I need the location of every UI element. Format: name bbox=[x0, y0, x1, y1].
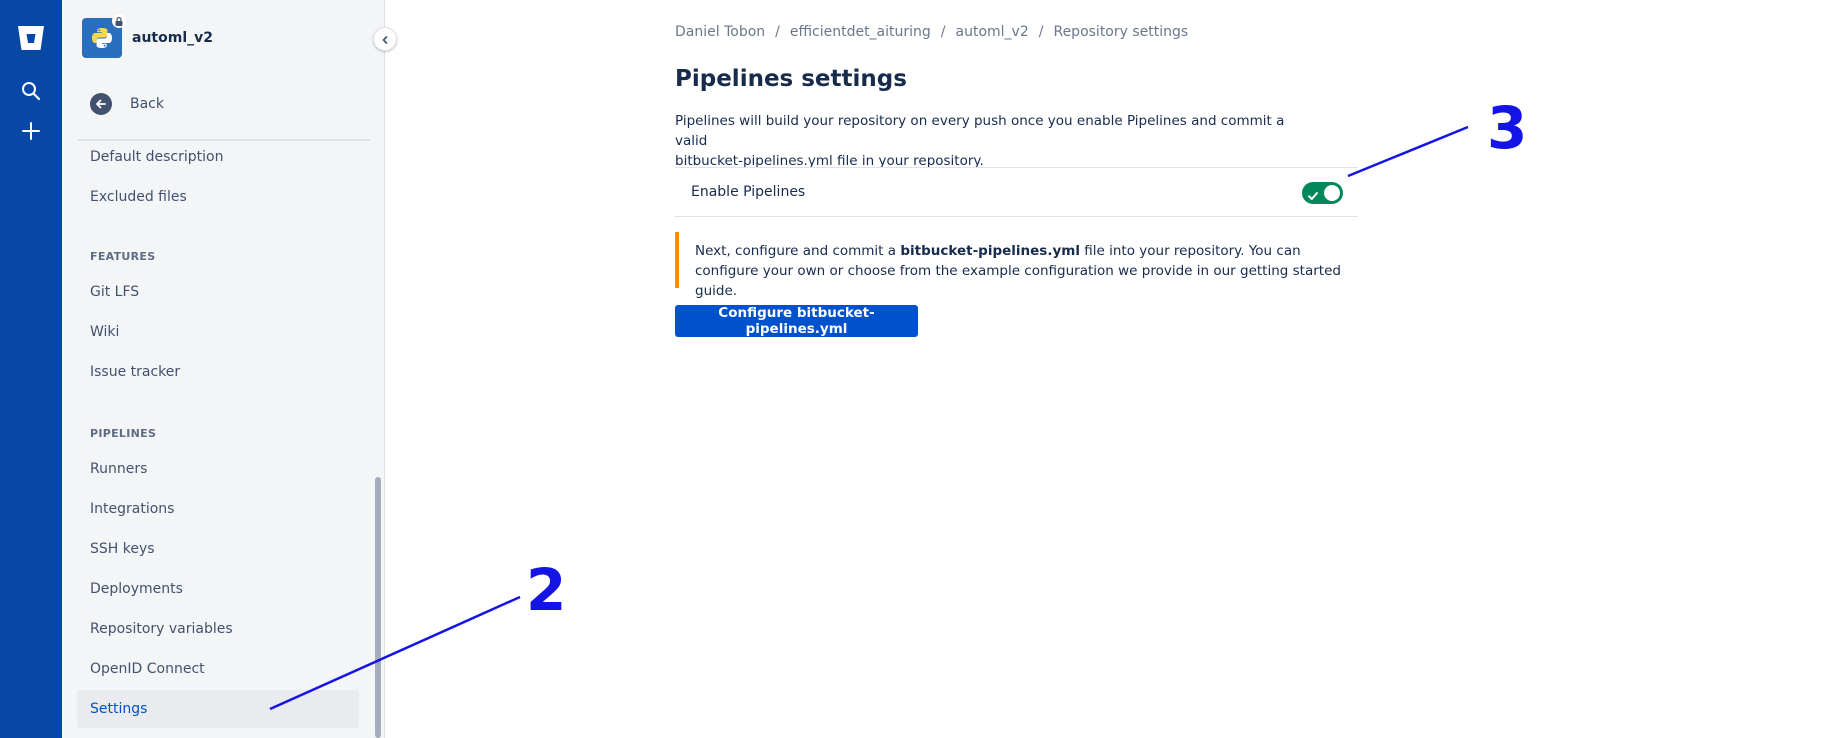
enable-pipelines-row: Enable Pipelines bbox=[675, 167, 1358, 217]
sidebar-item-deployments[interactable]: Deployments bbox=[77, 570, 359, 608]
sidebar-item-label: Git LFS bbox=[90, 284, 140, 300]
python-icon bbox=[82, 14, 126, 58]
sidebar-item-git-lfs[interactable]: Git LFS bbox=[77, 273, 359, 311]
section-heading-pipelines: PIPELINES bbox=[90, 427, 157, 440]
chevron-left-icon bbox=[380, 30, 390, 49]
sidebar-item-wiki[interactable]: Wiki bbox=[77, 313, 359, 351]
enable-pipelines-toggle[interactable] bbox=[1302, 182, 1343, 204]
sidebar-item-label: Issue tracker bbox=[90, 364, 181, 380]
sidebar-item-label: Default description bbox=[90, 149, 224, 165]
breadcrumb-item[interactable]: Repository settings bbox=[1053, 24, 1188, 40]
sidebar-item-runners[interactable]: Runners bbox=[77, 450, 359, 488]
sidebar-item-label: Deployments bbox=[90, 581, 183, 597]
annotation-line-3 bbox=[1347, 125, 1469, 178]
sidebar-item-label: Integrations bbox=[90, 501, 175, 517]
sidebar-item-issue-tracker[interactable]: Issue tracker bbox=[77, 353, 359, 391]
sidebar-item-label: Settings bbox=[90, 701, 148, 717]
sidebar-item-default-description[interactable]: Default description bbox=[77, 138, 359, 176]
configure-pipelines-button[interactable]: Configure bitbucket-pipelines.yml bbox=[675, 305, 918, 337]
arrow-left-icon bbox=[90, 93, 112, 115]
page-title: Pipelines settings bbox=[675, 66, 907, 92]
collapse-sidebar-button[interactable] bbox=[373, 27, 397, 51]
enable-pipelines-label: Enable Pipelines bbox=[691, 184, 806, 200]
breadcrumb-separator: / bbox=[775, 24, 780, 40]
breadcrumb: Daniel Tobon / efficientdet_aituring / a… bbox=[675, 22, 1188, 42]
intro-line: Pipelines will build your repository on … bbox=[675, 113, 1285, 149]
breadcrumb-item[interactable]: Daniel Tobon bbox=[675, 24, 765, 40]
sidebar-item-ssh-keys[interactable]: SSH keys bbox=[77, 530, 359, 568]
breadcrumb-item[interactable]: efficientdet_aituring bbox=[790, 24, 931, 40]
repo-header[interactable]: automl_v2 bbox=[82, 14, 213, 58]
sidebar-scrollbar[interactable] bbox=[375, 477, 381, 738]
sidebar-item-label: SSH keys bbox=[90, 541, 155, 557]
sidebar-item-label: Excluded files bbox=[90, 189, 187, 205]
note-filename: bitbucket-pipelines.yml bbox=[900, 243, 1080, 259]
breadcrumb-separator: / bbox=[940, 24, 946, 40]
sidebar-item-settings[interactable]: Settings bbox=[77, 690, 359, 728]
repo-name: automl_v2 bbox=[132, 30, 213, 46]
intro-text: Pipelines will build your repository on … bbox=[675, 111, 1295, 171]
annotation-label-3: 3 bbox=[1487, 94, 1528, 162]
sidebar-item-openid-connect[interactable]: OpenID Connect bbox=[77, 650, 359, 688]
sidebar-item-excluded-files[interactable]: Excluded files bbox=[77, 178, 359, 216]
annotation-label-2: 2 bbox=[526, 556, 567, 624]
configure-note: Next, configure and commit a bitbucket-p… bbox=[675, 232, 1358, 299]
section-heading-features: FEATURES bbox=[90, 250, 156, 263]
back-button[interactable]: Back bbox=[90, 90, 164, 118]
note-text: Next, configure and commit a bbox=[695, 243, 901, 259]
toggle-knob bbox=[1324, 185, 1340, 201]
app-root: automl_v2 Back Default description Exclu… bbox=[0, 0, 1842, 738]
lock-icon bbox=[112, 14, 126, 28]
sidebar-item-integrations[interactable]: Integrations bbox=[77, 490, 359, 528]
plus-icon[interactable] bbox=[11, 111, 51, 151]
sidebar-item-label: Wiki bbox=[90, 324, 120, 340]
check-icon bbox=[1307, 187, 1319, 206]
repo-sidebar: automl_v2 Back Default description Exclu… bbox=[62, 0, 385, 738]
sidebar-item-label: Runners bbox=[90, 461, 148, 477]
sidebar-item-repository-variables[interactable]: Repository variables bbox=[77, 610, 359, 648]
sidebar-item-label: OpenID Connect bbox=[90, 661, 205, 677]
global-nav bbox=[0, 0, 62, 738]
sidebar-item-label: Repository variables bbox=[90, 621, 233, 637]
back-label: Back bbox=[130, 96, 164, 112]
bitbucket-logo-icon[interactable] bbox=[11, 18, 51, 58]
search-icon[interactable] bbox=[11, 71, 51, 111]
breadcrumb-separator: / bbox=[1038, 24, 1044, 40]
breadcrumb-item[interactable]: automl_v2 bbox=[956, 24, 1029, 40]
